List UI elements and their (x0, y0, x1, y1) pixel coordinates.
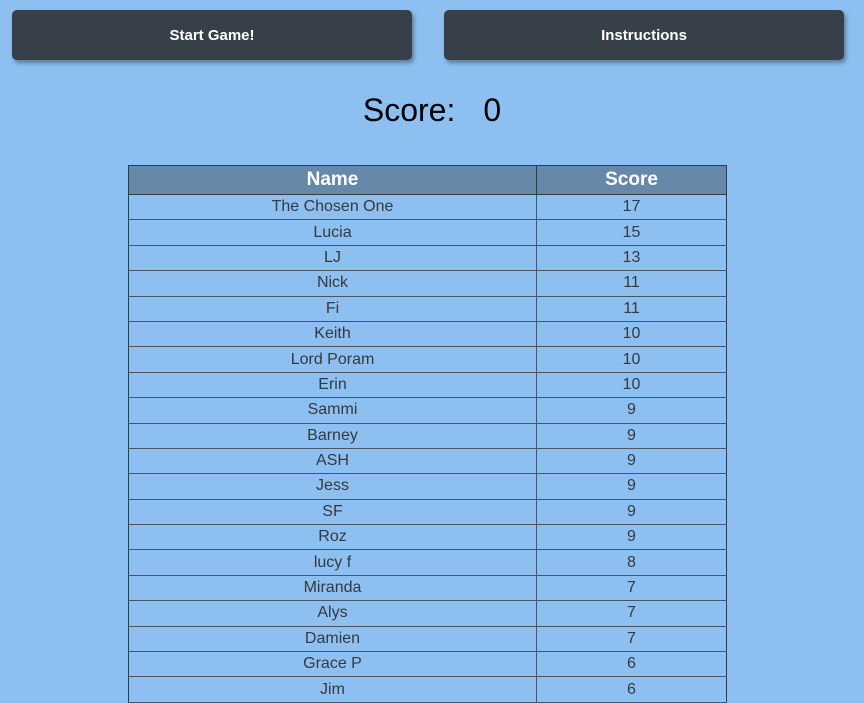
player-name-cell: Alys (128, 600, 537, 627)
player-score-cell: 9 (536, 447, 727, 475)
player-name-cell: Roz (128, 524, 537, 551)
table-row: Grace P6 (128, 651, 727, 678)
player-name-cell: Lucia (128, 219, 537, 246)
player-name-cell: Keith (128, 320, 537, 348)
table-row: Nick 11 (128, 270, 727, 297)
leaderboard-body: The Chosen One 17 Lucia 15 LJ 13 Nick 11 Fi 11 Kei… (128, 193, 727, 703)
table-row: Barney 9 (128, 422, 727, 449)
table-row: The Chosen One 17 (128, 193, 727, 221)
player-score-cell: 7 (536, 600, 727, 627)
table-row: Miranda 7 (128, 574, 727, 602)
table-row: LJ 13 (128, 244, 727, 272)
score-display: Score: 0 (0, 90, 864, 130)
player-score-cell: 6 (536, 676, 727, 703)
player-score-cell: 11 (536, 295, 727, 322)
player-score-cell: 6 (536, 651, 727, 678)
table-row: Erin 10 (128, 371, 727, 399)
table-row: SF 9 (128, 498, 727, 526)
player-name-cell: Barney (128, 422, 537, 449)
header-score: Score (536, 165, 727, 195)
table-row: Damien 7 (128, 625, 727, 653)
player-name-cell: Jim (128, 676, 537, 703)
instructions-button[interactable]: Instructions (444, 10, 844, 60)
player-score-cell: 13 (536, 244, 727, 272)
player-name-cell: Fi (128, 295, 537, 322)
table-row: Sammi 9 (128, 397, 727, 424)
table-row: ASH 9 (128, 447, 727, 475)
player-name-cell: Lord Poram (128, 346, 537, 373)
player-name-cell: Nick (128, 270, 537, 297)
player-score-cell: 9 (536, 524, 727, 551)
player-score-cell: 10 (536, 320, 727, 348)
table-row: Lord Poram 10 (128, 346, 727, 373)
player-name-cell: SF (128, 498, 537, 526)
table-row: Fi 11 (128, 295, 727, 322)
player-score-cell: 15 (536, 219, 727, 246)
table-row: Alys 7 (128, 600, 727, 627)
player-name-cell: Sammi (128, 397, 537, 424)
player-name-cell: ASH (128, 447, 537, 475)
start-game-button[interactable]: Start Game! (12, 10, 412, 60)
score-value: 0 (483, 92, 502, 128)
player-score-cell: 17 (536, 193, 727, 221)
table-row: lucy f8 (128, 549, 727, 576)
player-score-cell: 9 (536, 473, 727, 500)
player-score-cell: 7 (536, 574, 727, 602)
leaderboard-table: Name Score The Chosen One 17 Lucia 15 LJ 13 Ni… (128, 165, 727, 703)
player-score-cell: 9 (536, 397, 727, 424)
table-row: Lucia 15 (128, 219, 727, 246)
player-name-cell: Grace P (128, 651, 537, 678)
player-name-cell: Jess (128, 473, 537, 500)
leaderboard-header-row: Name Score (128, 165, 727, 195)
player-score-cell: 10 (536, 371, 727, 399)
table-row: Roz 9 (128, 524, 727, 551)
player-score-cell: 7 (536, 625, 727, 653)
table-row: Jim 6 (128, 676, 727, 703)
table-row: Jess 9 (128, 473, 727, 500)
player-name-cell: The Chosen One (128, 193, 537, 221)
score-label: Score: (362, 92, 456, 128)
player-name-cell: lucy f (128, 549, 537, 576)
player-score-cell: 9 (536, 498, 727, 526)
player-score-cell: 10 (536, 346, 727, 373)
header-name: Name (128, 165, 537, 195)
player-score-cell: 11 (536, 270, 727, 297)
table-row: Keith 10 (128, 320, 727, 348)
player-name-cell: Miranda (128, 574, 537, 602)
player-score-cell: 9 (536, 422, 727, 449)
player-name-cell: Damien (128, 625, 537, 653)
player-name-cell: LJ (128, 244, 537, 272)
player-score-cell: 8 (536, 549, 727, 576)
player-name-cell: Erin (128, 371, 537, 399)
